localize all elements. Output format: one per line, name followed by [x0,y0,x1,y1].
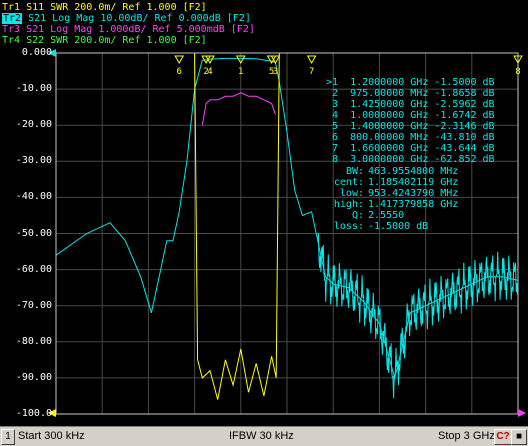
ifbw-setting[interactable]: IFBW 30 kHz [229,430,294,442]
y-tick-label: -50.00 [15,227,52,239]
bandwidth-label: low: [339,188,364,199]
marker-row[interactable]: >1 1.2000000 GHz -1.5000 dB [326,77,495,88]
marker-row[interactable]: 2 975.00000 MHz -1.8658 dB [326,88,495,99]
status-bar: 1 Start 300 kHz IFBW 30 kHz Stop 3 GHz C… [0,426,528,446]
y-tick-label: -30.00 [15,155,52,167]
y-tick-label: -40.00 [15,191,52,203]
marker-flags: 6 24 1 53 7 8 [174,55,523,77]
y-tick-label: -100.0 [15,408,52,419]
marker-flag-label: 1 [238,67,243,77]
reference-arrow-right-icon [518,409,526,417]
bandwidth-label: high: [333,199,364,210]
marker-flag-label: 6 [176,67,181,77]
bandwidth-value: -1.5000 dB [368,221,429,232]
y-tick-label: -60.00 [15,263,52,275]
bandwidth-label: BW: [345,166,364,177]
start-frequency[interactable]: Start 300 kHz [18,430,85,442]
marker-flag-label: 7 [309,67,314,77]
marker-row[interactable]: 5 1.4000000 GHz -2.3146 dB [326,121,495,132]
trace-s21-1db [201,92,276,126]
measurement-plot[interactable]: 6 24 1 53 7 8 [0,0,528,426]
bandwidth-label: loss: [333,221,364,232]
marker-row[interactable]: 6 800.00000 MHz -43.810 dB [326,132,495,143]
trace-s21-noise [317,232,518,399]
marker-row[interactable]: 4 1.0000000 GHz -1.6742 dB [326,110,495,121]
bandwidth-value: 463.9554800 MHz [368,166,459,177]
marker-row[interactable]: 3 1.4250000 GHz -2.5962 dB [326,99,495,110]
y-tick-label: -10.00 [15,83,52,95]
marker-flag-label: 4 [207,67,212,77]
y-tick-label: -70.00 [15,299,52,311]
y-tick-label: -20.00 [15,119,52,131]
marker-row[interactable]: 7 1.6600000 GHz -43.644 dB [326,143,495,154]
marker-flag-icon[interactable] [174,55,185,65]
marker-row[interactable]: 8 3.0000000 GHz -62.852 dB [326,154,495,165]
y-tick-label: -90.00 [15,371,52,383]
vna-screen: Tr1 S11 SWR 200.0m/ Ref 1.000 [F2] Tr2 S2… [0,0,528,446]
bandwidth-label: Q: [351,210,364,221]
bandwidth-value: 1.417379858 GHz [368,199,459,210]
window-maximize-icon[interactable]: ■ [511,429,527,445]
marker-flag-label: 3 [273,67,278,77]
y-tick-label: -80.00 [15,335,52,347]
bandwidth-value: 2.5550 [368,210,405,221]
channel-indicator[interactable]: 1 [1,429,15,445]
bandwidth-value: 953.4243790 MHz [368,188,459,199]
bandwidth-label: cent: [333,177,364,188]
calibration-status-badge[interactable]: C? [494,429,512,445]
stop-frequency[interactable]: Stop 3 GHz [438,430,495,442]
marker-flag-icon[interactable] [306,55,317,65]
bandwidth-value: 1.185402119 GHz [368,177,459,188]
y-tick-label: 0.000 [21,47,52,58]
